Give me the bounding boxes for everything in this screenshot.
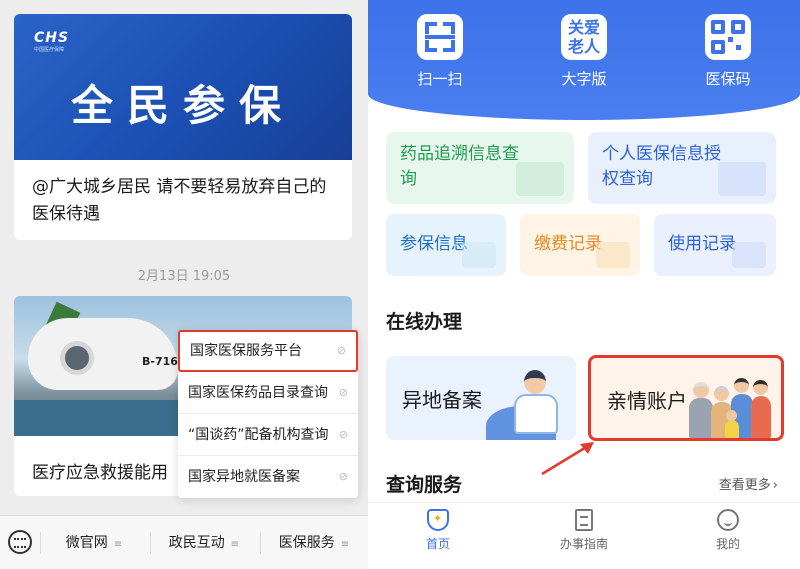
remote-filing-label: 异地备案	[402, 388, 482, 412]
mini-program-icon: ⊘	[338, 470, 348, 483]
qr-code-icon	[705, 14, 751, 60]
id-card-icon	[718, 162, 766, 196]
large-text-label: 大字版	[561, 70, 607, 88]
scan-icon	[417, 14, 463, 60]
service-popup-menu: 国家医保服务平台 ⊘ 国家医保药品目录查询 ⊘ “国谈药”配备机构查询 ⊘ 国家…	[178, 330, 358, 498]
article-banner: CHS 中国医疗保障 全民参保	[14, 14, 352, 160]
message-timestamp: 2月13日 19:05	[137, 269, 231, 284]
banner-title: 全民参保	[70, 81, 295, 130]
arrow-indicator-icon	[541, 442, 594, 476]
link-icon: ⊘	[338, 428, 348, 441]
official-account-menu-bar: 微官网 ≡ 政民互动 ≡ 医保服务 ≡	[0, 515, 368, 569]
remote-filing-card[interactable]: 异地备案	[386, 356, 576, 440]
helicopter-engine	[60, 341, 94, 375]
insurance-code-label: 医保码	[705, 70, 751, 88]
person-illustration	[510, 370, 562, 434]
menu-item-label: “国谈药”配备机构查询	[188, 427, 329, 443]
article-card[interactable]: CHS 中国医疗保障 全民参保 @广大城乡居民 请不要轻易放弃自己的医保待遇	[14, 14, 352, 240]
app-header: 扫一扫 关爱 老人 大字版 医保码	[368, 0, 800, 120]
profile-icon	[717, 509, 739, 531]
tab-service-guide[interactable]: 办事指南	[534, 509, 634, 552]
article-title: @广大城乡居民 请不要轻易放弃自己的医保待遇	[32, 177, 327, 224]
menu-tab-medical-insurance-services[interactable]: 医保服务 ≡	[260, 516, 368, 569]
section-title-query-services: 查询服务	[386, 474, 463, 496]
payment-records-label: 缴费记录	[534, 234, 602, 254]
helicopter-body	[28, 318, 178, 390]
insurance-info-card[interactable]: 参保信息	[386, 214, 506, 276]
see-more-link[interactable]: 查看更多 ›	[719, 474, 778, 493]
menu-item-label: 国家医保服务平台	[190, 343, 302, 359]
see-more-label: 查看更多	[718, 478, 771, 493]
scan-label: 扫一扫	[417, 70, 463, 88]
tab-label: 我的	[715, 537, 740, 551]
chevron-right-icon: ›	[772, 478, 778, 493]
menu-tab-label: 政民互动	[168, 535, 225, 551]
keyboard-icon[interactable]	[8, 530, 32, 554]
large-text-mode-button[interactable]: 关爱 老人 大字版	[524, 14, 644, 89]
personal-info-authorization-label: 个人医保信息授权查询	[602, 144, 721, 189]
family-account-card[interactable]: 亲情账户	[588, 355, 784, 441]
family-account-label: 亲情账户	[607, 389, 687, 413]
menu-tab-public-interaction[interactable]: 政民互动 ≡	[150, 516, 258, 569]
family-illustration	[687, 368, 773, 438]
tab-label: 办事指南	[559, 537, 608, 551]
menu-item-national-medical-insurance-platform[interactable]: 国家医保服务平台 ⊘	[178, 330, 358, 372]
medical-insurance-app-panel: 扫一扫 关爱 老人 大字版 医保码 药品追溯信息查询 个人医保信息授权查询 参保…	[368, 0, 800, 569]
bill-icon	[596, 242, 630, 268]
tab-profile[interactable]: 我的	[678, 509, 778, 552]
submenu-icon: ≡	[230, 539, 240, 550]
menu-item-label: 国家医保药品目录查询	[188, 385, 328, 401]
wechat-article-panel: CHS 中国医疗保障 全民参保 @广大城乡居民 请不要轻易放弃自己的医保待遇 2…	[0, 0, 368, 569]
usage-records-label: 使用记录	[668, 234, 736, 254]
scan-box-icon	[516, 162, 564, 196]
chs-logo-subtitle: 中国医疗保障	[34, 47, 65, 53]
large-text-icon: 关爱 老人	[561, 14, 607, 60]
menu-item-label: 国家异地就医备案	[188, 469, 300, 485]
tab-home[interactable]: 首页	[388, 509, 488, 552]
chs-logo: CHS	[34, 30, 70, 46]
insurance-code-button[interactable]: 医保码	[668, 14, 788, 89]
personal-info-authorization-card[interactable]: 个人医保信息授权查询	[588, 132, 776, 204]
section-title-online-services: 在线办理	[386, 311, 463, 333]
list-icon	[732, 242, 766, 268]
large-text-icon-line1: 关爱	[567, 18, 600, 37]
scan-button[interactable]: 扫一扫	[380, 14, 500, 89]
drug-traceability-query-card[interactable]: 药品追溯信息查询	[386, 132, 574, 204]
home-icon	[427, 509, 449, 531]
app-tab-bar: 首页 办事指南 我的	[368, 502, 800, 569]
menu-item-drug-catalog-query[interactable]: 国家医保药品目录查询 ⊘	[178, 372, 358, 414]
tab-label: 首页	[425, 537, 450, 551]
large-text-icon-line2: 老人	[567, 37, 600, 56]
menu-item-remote-medical-filing[interactable]: 国家异地就医备案 ⊘	[178, 456, 358, 498]
submenu-icon: ≡	[340, 539, 350, 550]
mini-program-icon: ⊘	[336, 344, 346, 357]
menu-tab-label: 医保服务	[278, 535, 335, 551]
usage-records-card[interactable]: 使用记录	[654, 214, 776, 276]
payment-records-card[interactable]: 缴费记录	[520, 214, 640, 276]
link-icon: ⊘	[338, 386, 348, 399]
menu-item-negotiated-drug-institutions[interactable]: “国谈药”配备机构查询 ⊘	[178, 414, 358, 456]
menu-tab-label: 微官网	[65, 535, 108, 551]
document-icon	[462, 242, 496, 268]
insurance-info-label: 参保信息	[400, 234, 468, 254]
drug-traceability-label: 药品追溯信息查询	[400, 144, 519, 189]
menu-tab-micro-site[interactable]: 微官网 ≡	[40, 516, 148, 569]
submenu-icon: ≡	[113, 539, 123, 550]
guide-icon	[575, 509, 593, 531]
article-title: 医疗应急救援能用	[32, 463, 168, 483]
